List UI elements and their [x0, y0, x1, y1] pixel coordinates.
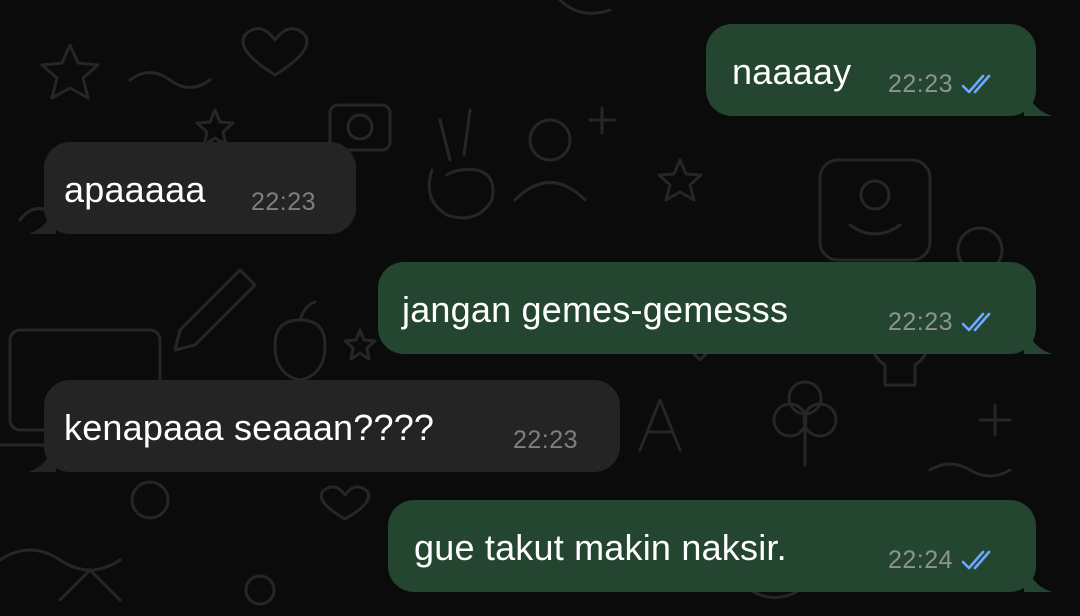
message-time: 22:23 [251, 188, 317, 216]
double-check-icon [959, 72, 1001, 96]
bubble-tail [1024, 556, 1052, 592]
message-meta: 22:23 [888, 308, 1001, 336]
message-meta: 22:23 [888, 70, 1001, 98]
message-time: 22:23 [513, 426, 579, 454]
message-meta: 22:24 [888, 546, 1001, 574]
message-meta: 22:23 [513, 426, 578, 454]
message-text: jangan gemes-gemesss [402, 289, 789, 330]
message-bubble-incoming[interactable]: kenapaaa seaaan???? 22:23 [28, 380, 620, 472]
message-time: 22:23 [888, 70, 954, 98]
message-time: 22:23 [888, 308, 954, 336]
message-bubble-outgoing[interactable]: jangan gemes-gemesss 22:23 [378, 262, 1052, 354]
bubble-tail [1024, 80, 1052, 116]
message-text: gue takut makin naksir. [414, 527, 787, 568]
message-text: apaaaaa [64, 169, 206, 210]
message-list: naaaay 22:23 apaaaaa 22:23 jangan gemes-… [0, 0, 1080, 616]
bubble-tail [28, 436, 56, 472]
message-text: kenapaaa seaaan???? [64, 407, 435, 448]
double-check-icon [959, 310, 1001, 334]
message-meta: 22:23 [251, 188, 316, 216]
message-bubble-outgoing[interactable]: gue takut makin naksir. 22:24 [388, 500, 1052, 592]
message-time: 22:24 [888, 546, 954, 574]
bubble-tail [28, 198, 56, 234]
message-bubble-incoming[interactable]: apaaaaa 22:23 [28, 142, 356, 234]
bubble-tail [1024, 318, 1052, 354]
message-text: naaaay [732, 51, 852, 92]
message-bubble-outgoing[interactable]: naaaay 22:23 [706, 24, 1052, 116]
double-check-icon [959, 548, 1001, 572]
